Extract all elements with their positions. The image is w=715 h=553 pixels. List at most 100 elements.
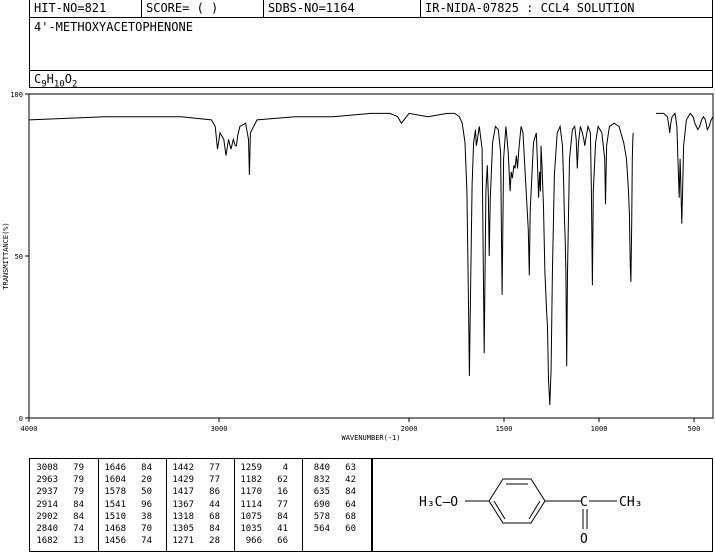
peak-transmittance: 16 bbox=[277, 487, 288, 498]
carbon-label: C bbox=[580, 495, 588, 510]
peak-wavenumber: 1367 bbox=[172, 499, 194, 510]
peak-transmittance: 77 bbox=[209, 463, 220, 473]
x-tick-label: 500 bbox=[688, 425, 701, 433]
y-tick-label: 100 bbox=[10, 91, 23, 99]
peak-wavenumber: 1259 bbox=[240, 463, 262, 473]
plot-frame bbox=[28, 93, 714, 419]
peak-row: 1682 13 bbox=[32, 535, 84, 547]
peak-column-divider bbox=[98, 459, 99, 551]
x-tick-label: 2000 bbox=[401, 425, 418, 433]
peak-transmittance: 70 bbox=[141, 524, 152, 535]
peak-row: 578 68 bbox=[304, 511, 356, 523]
peak-row: 1305 84 bbox=[168, 523, 220, 535]
peak-transmittance: 68 bbox=[209, 511, 220, 522]
peak-wavenumber: 578 bbox=[313, 511, 330, 522]
peak-row: 564 60 bbox=[304, 523, 356, 535]
peak-wavenumber: 564 bbox=[313, 524, 330, 535]
peak-row: 2914 84 bbox=[32, 499, 84, 511]
peak-transmittance: 84 bbox=[141, 463, 152, 473]
peak-transmittance: 79 bbox=[73, 463, 84, 473]
oxygen-label: O bbox=[580, 532, 588, 547]
spectrum-line bbox=[28, 112, 634, 406]
peak-transmittance: 44 bbox=[209, 499, 220, 510]
peak-transmittance: 84 bbox=[209, 524, 220, 535]
peak-transmittance: 38 bbox=[141, 511, 152, 522]
peak-row: 1075 84 bbox=[236, 511, 288, 523]
peak-row: 1646 84 bbox=[100, 462, 152, 474]
x-tick-label: 1000 bbox=[591, 425, 608, 433]
peak-row: 1468 70 bbox=[100, 523, 152, 535]
peak-wavenumber: 1646 bbox=[104, 463, 126, 473]
peak-transmittance: 41 bbox=[277, 524, 288, 535]
peak-wavenumber: 2840 bbox=[36, 524, 58, 535]
peak-transmittance: 74 bbox=[73, 524, 84, 535]
peak-row: 1182 62 bbox=[236, 474, 288, 486]
peak-row: 1170 16 bbox=[236, 486, 288, 498]
peak-transmittance: 64 bbox=[345, 499, 356, 510]
peak-transmittance: 79 bbox=[73, 487, 84, 498]
peak-wavenumber: 1182 bbox=[240, 475, 262, 486]
peak-row: 1456 74 bbox=[100, 535, 152, 547]
peak-transmittance: 84 bbox=[73, 499, 84, 510]
peak-wavenumber: 1170 bbox=[240, 487, 262, 498]
peak-transmittance: 79 bbox=[73, 475, 84, 486]
peak-transmittance: 96 bbox=[141, 499, 152, 510]
peak-row: 832 42 bbox=[304, 474, 356, 486]
x-tick-label: 1500 bbox=[496, 425, 513, 433]
methyl-label: CH₃ bbox=[619, 495, 642, 510]
x-tick-label: 4000 bbox=[21, 425, 38, 433]
peak-row: 2963 79 bbox=[32, 474, 84, 486]
peak-wavenumber: 1075 bbox=[240, 511, 262, 522]
peak-row: 1604 20 bbox=[100, 474, 152, 486]
peak-table: 3008 79 2963 79 2937 79 2914 84 2902 84 2840 74 1682… bbox=[29, 458, 372, 552]
peak-wavenumber: 1035 bbox=[240, 524, 262, 535]
peak-column-5: 840 63 832 42 635 84 690 64 578 68 564 60 bbox=[304, 462, 356, 535]
peak-column-3: 1442 77 1429 77 1417 86 1367 44 1318 68 1305 84 1271… bbox=[168, 462, 220, 547]
peak-wavenumber: 832 bbox=[313, 475, 330, 486]
peak-row: 3008 79 bbox=[32, 462, 84, 474]
peak-wavenumber: 1541 bbox=[104, 499, 126, 510]
peak-column-divider bbox=[234, 459, 235, 551]
peak-transmittance: 74 bbox=[141, 536, 152, 547]
spectrum-line bbox=[656, 112, 714, 224]
peak-row: 1442 77 bbox=[168, 462, 220, 474]
peak-column-4: 1259 4 1182 62 1170 16 1114 77 1075 84 1035 41 966 66 bbox=[236, 462, 288, 547]
peak-transmittance: 63 bbox=[345, 463, 356, 473]
peak-column-1: 3008 79 2963 79 2937 79 2914 84 2902 84 2840 74 1682… bbox=[32, 462, 84, 547]
peak-wavenumber: 840 bbox=[313, 463, 330, 473]
chemical-structure: H₃C–O C CH₃ O bbox=[419, 478, 642, 547]
peak-row: 966 66 bbox=[236, 535, 288, 547]
peak-row: 1259 4 bbox=[236, 462, 288, 474]
peak-wavenumber: 2902 bbox=[36, 511, 58, 522]
peak-wavenumber: 1271 bbox=[172, 536, 194, 547]
peak-wavenumber: 1442 bbox=[172, 463, 194, 473]
peak-transmittance: 60 bbox=[345, 524, 356, 535]
peak-transmittance: 86 bbox=[209, 487, 220, 498]
peak-row: 2902 84 bbox=[32, 511, 84, 523]
peak-row: 1578 50 bbox=[100, 486, 152, 498]
benzene-ring bbox=[488, 478, 546, 524]
peak-transmittance: 13 bbox=[73, 536, 84, 547]
peak-column-divider bbox=[166, 459, 167, 551]
x-tick-label: 3000 bbox=[211, 425, 228, 433]
peak-wavenumber: 1429 bbox=[172, 475, 194, 486]
peak-row: 1417 86 bbox=[168, 486, 220, 498]
peak-wavenumber: 1456 bbox=[104, 536, 126, 547]
peak-wavenumber: 966 bbox=[245, 536, 262, 547]
peak-wavenumber: 1318 bbox=[172, 511, 194, 522]
peak-transmittance: 77 bbox=[277, 499, 288, 510]
peak-row: 840 63 bbox=[304, 462, 356, 474]
peak-wavenumber: 1305 bbox=[172, 524, 194, 535]
peak-wavenumber: 2914 bbox=[36, 499, 58, 510]
peak-transmittance: 66 bbox=[277, 536, 288, 547]
peak-wavenumber: 3008 bbox=[36, 463, 58, 473]
ring-double-bond bbox=[528, 500, 541, 520]
peak-wavenumber: 690 bbox=[313, 499, 330, 510]
peak-wavenumber: 1682 bbox=[36, 536, 58, 547]
peak-row: 2937 79 bbox=[32, 486, 84, 498]
ir-spectrum-chart: 4000 3000 2000 1500 1000 500 0 50 100 TRANSMITTA… bbox=[2, 91, 714, 442]
peak-column-2: 1646 84 1604 20 1578 50 1541 96 1510 38 1468 70 1456… bbox=[100, 462, 152, 547]
peak-row: 1271 28 bbox=[168, 535, 220, 547]
peak-row: 1114 77 bbox=[236, 499, 288, 511]
peak-transmittance: 62 bbox=[277, 475, 288, 486]
